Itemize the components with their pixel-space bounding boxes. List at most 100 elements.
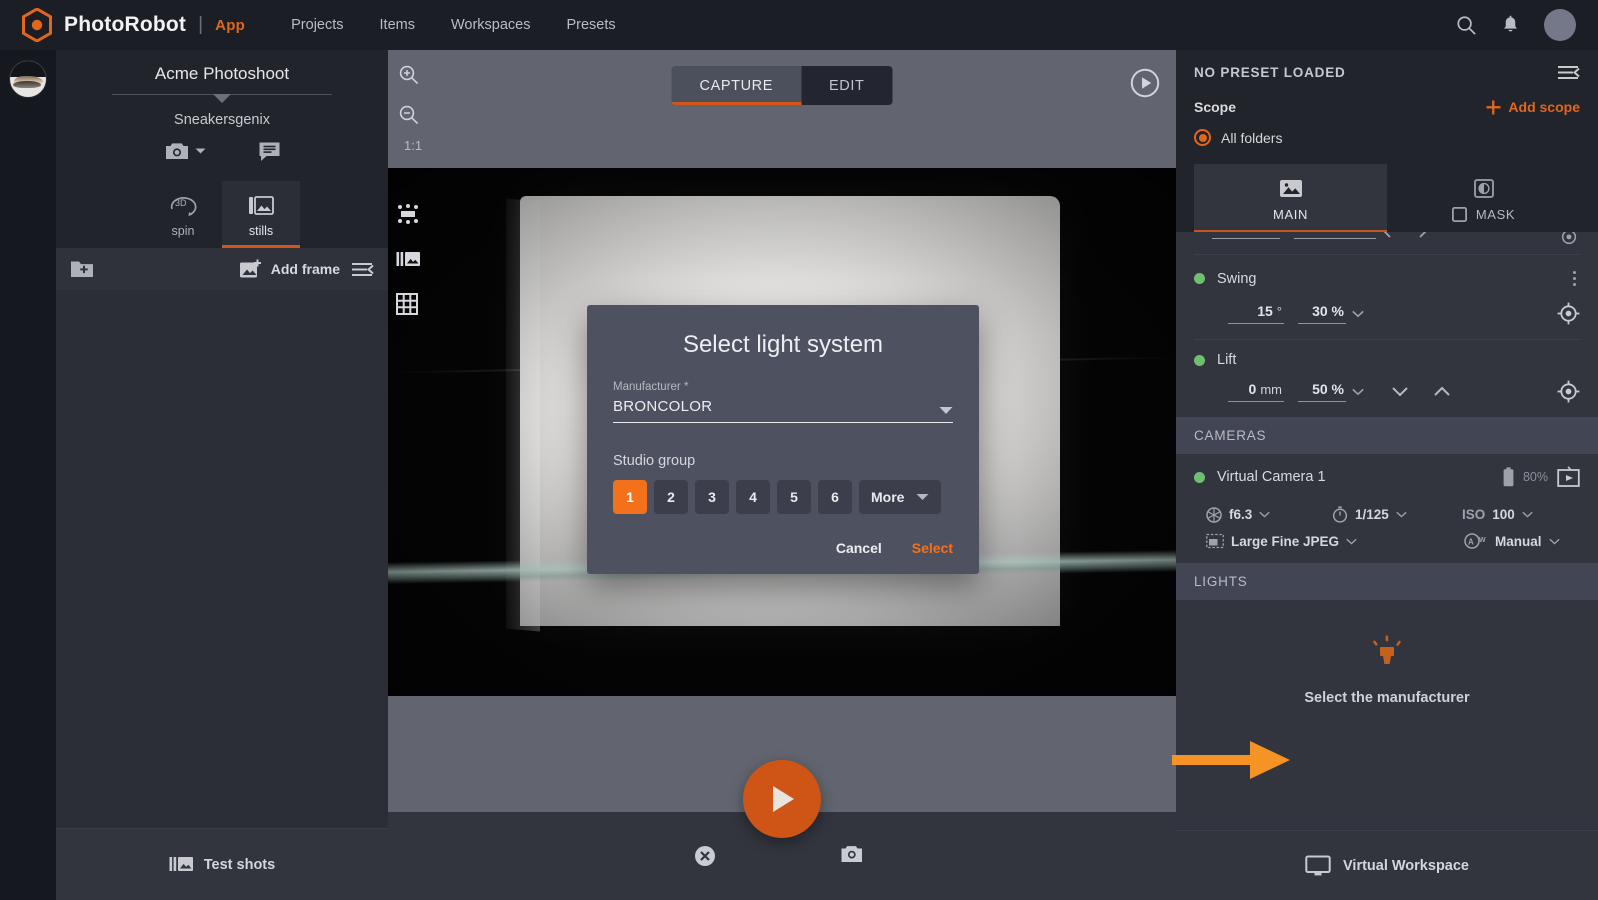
item-thumbnail[interactable] [9,60,47,98]
lights-empty-label: Select the manufacturer [1304,690,1470,706]
camera-icon[interactable] [840,843,864,865]
swing-speed-input[interactable]: 30 % [1298,303,1346,324]
right-panel: NO PRESET LOADED Scope Add scope All fol… [1176,50,1598,900]
main-mask-tabs: MAIN MASK [1194,164,1580,232]
nav-item-presets[interactable]: Presets [566,17,615,33]
tab-edit[interactable]: EDIT [801,66,893,105]
lift-height-input[interactable]: 0 mm [1228,381,1284,402]
zoom-out-icon[interactable] [398,104,420,126]
tab-capture[interactable]: CAPTURE [671,66,802,105]
collapse-list-icon[interactable] [350,261,374,278]
app-label[interactable]: App [215,17,245,34]
axis-swing-menu-icon[interactable] [1569,267,1580,290]
nav-item-workspaces[interactable]: Workspaces [451,17,531,33]
lift-speed-input[interactable]: 50 % [1298,381,1346,402]
item-name[interactable]: Sneakersgenix [56,108,388,140]
file-format-icon [1206,533,1224,549]
axis-swing-values: 15 ° 30 % [1194,290,1580,339]
live-view-icon [1557,466,1580,487]
camera-row[interactable]: Virtual Camera 1 80% [1176,454,1598,488]
select-button[interactable]: Select [912,540,953,556]
studio-group-3[interactable]: 3 [695,480,729,514]
virtual-workspace-button[interactable]: Virtual Workspace [1176,830,1598,900]
manufacturer-select[interactable]: BRONCOLOR [613,398,953,423]
test-shots-button[interactable]: Test shots [56,828,388,900]
swing-home-target-icon[interactable] [1557,302,1580,325]
cancel-button[interactable]: Cancel [836,540,882,556]
mask-checkbox [1451,207,1467,222]
status-dot-ok [1194,273,1205,284]
chevron-down-icon [1383,232,1391,238]
bell-icon[interactable] [1501,15,1520,36]
capture-edit-tabs: CAPTURE EDIT [671,66,893,105]
chevron-down-icon [939,406,953,415]
top-bar-actions [1456,9,1576,41]
tab-main-label: MAIN [1273,207,1308,222]
preset-status: NO PRESET LOADED [1194,65,1346,80]
scope-label: Scope [1194,99,1237,115]
play-circle-icon[interactable] [1130,68,1160,98]
battery-percent: 80% [1522,470,1548,484]
swing-angle-value: 15 [1257,303,1273,319]
aperture-value: f6.3 [1229,507,1253,522]
image-quality-control[interactable]: Large Fine JPEG [1206,533,1406,549]
status-dot-ok [1194,354,1205,366]
mode-spin[interactable]: 3D spin [144,178,222,248]
mode-stills[interactable]: stills [222,181,300,248]
capture-mode-switcher: 3D spin stills [56,170,388,248]
add-folder-icon[interactable] [70,259,94,279]
compare-split-icon[interactable] [396,250,421,269]
canvas-tools [396,202,421,315]
nav-item-projects[interactable]: Projects [291,17,343,33]
scope-option-all-folders[interactable]: All folders [1194,129,1580,146]
tab-main[interactable]: MAIN [1194,164,1387,232]
add-frame-label: Add frame [270,261,340,277]
cancel-x-icon[interactable] [694,845,716,867]
frames-list[interactable] [56,290,388,828]
shutter-play-button[interactable] [743,760,821,838]
chevron-down-icon [916,494,929,500]
studio-group-5[interactable]: 5 [777,480,811,514]
lights-empty-state[interactable]: Select the manufacturer [1176,600,1598,736]
comments-icon[interactable] [258,141,281,162]
nav-item-items[interactable]: Items [380,17,415,33]
scope-row: Scope Add scope [1194,99,1580,115]
chevron-down-icon [1396,511,1407,518]
studio-group-4[interactable]: 4 [736,480,770,514]
lift-down-button[interactable] [1390,385,1410,398]
lift-home-target-icon[interactable] [1557,380,1580,403]
studio-group-2[interactable]: 2 [654,480,688,514]
zoom-ratio-label[interactable]: 1:1 [404,138,422,153]
test-shots-label: Test shots [203,856,276,873]
aperture-control[interactable]: f6.3 [1206,506,1332,523]
chevron-down-icon [195,148,205,154]
axis-lift-values: 0 mm 50 % [1194,368,1580,417]
monitor-icon [1305,855,1331,875]
camera-dropdown-button[interactable] [164,140,206,162]
iso-control[interactable]: ISO 100 [1462,507,1533,522]
axis-lift-label: Lift [1217,352,1237,368]
zoom-in-icon[interactable] [398,64,420,86]
add-scope-button[interactable]: Add scope [1486,99,1580,115]
swing-speed-dropdown-icon[interactable] [1352,310,1364,318]
lift-up-button[interactable] [1432,385,1452,398]
transform-handles-icon[interactable] [396,202,421,226]
tab-mask[interactable]: MASK [1387,164,1580,232]
dialog-title: Select light system [682,331,884,358]
shutter-speed-control[interactable]: 1/125 [1332,506,1462,523]
add-frame-button[interactable]: Add frame [239,259,340,280]
white-balance-control[interactable]: AW Manual [1464,533,1560,549]
studio-group-6[interactable]: 6 [818,480,852,514]
studio-group-1[interactable]: 1 [613,480,647,514]
collapse-panel-icon[interactable] [1556,64,1580,81]
chevron-down-icon[interactable] [213,94,231,103]
studio-group-label: Studio group [613,453,696,469]
avatar[interactable] [1544,9,1576,41]
swing-angle-input[interactable]: 15 ° [1228,303,1284,324]
studio-group-more[interactable]: More [859,480,942,514]
right-panel-scroll[interactable]: Swing 15 ° 30 % Lift 0 mm 50 % CAMERAS V… [1176,232,1598,830]
stopwatch-icon [1332,506,1348,523]
lift-speed-dropdown-icon[interactable] [1352,388,1364,396]
grid-overlay-icon[interactable] [396,293,421,315]
search-icon[interactable] [1456,15,1477,36]
